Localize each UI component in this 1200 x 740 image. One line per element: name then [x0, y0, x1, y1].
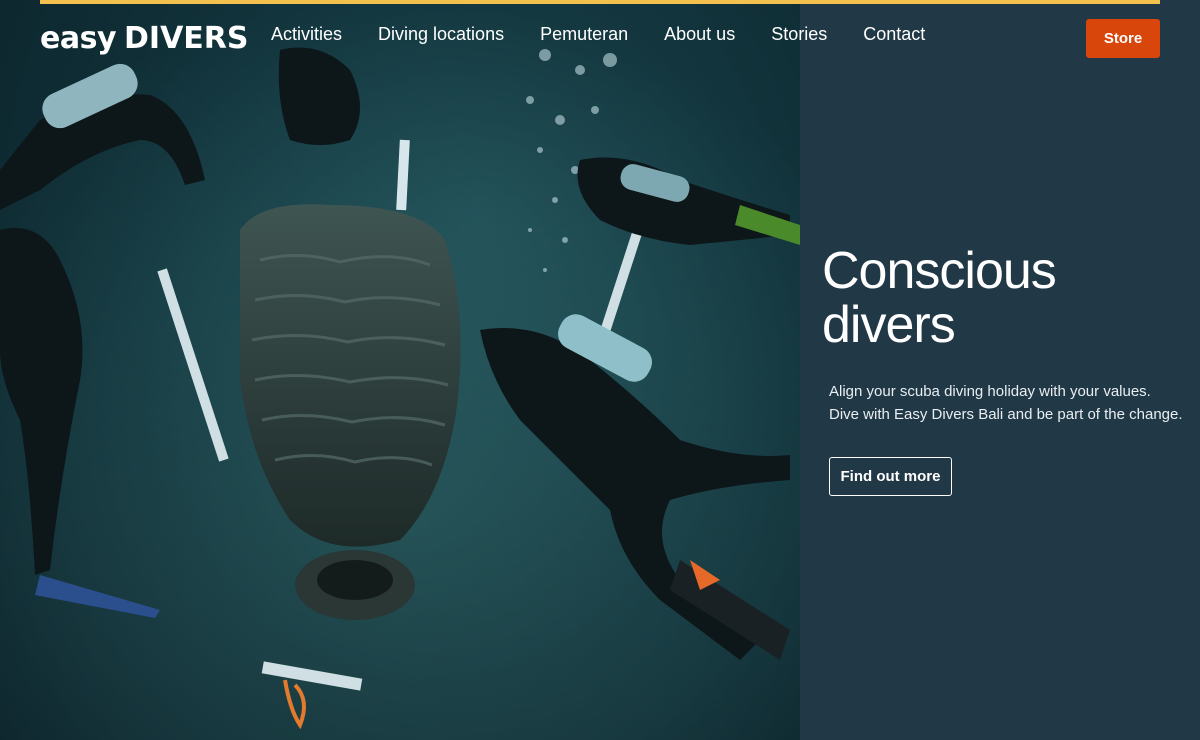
- nav-item-pemuteran[interactable]: Pemuteran: [540, 24, 628, 45]
- nav-item-about-us[interactable]: About us: [664, 24, 735, 45]
- hero-title-line-2: divers: [822, 296, 956, 354]
- nav-item-stories[interactable]: Stories: [771, 24, 827, 45]
- hero-image: [0, 0, 800, 740]
- nav-item-contact[interactable]: Contact: [863, 24, 925, 45]
- nav-item-diving-locations[interactable]: Diving locations: [378, 24, 504, 45]
- hero-title: Conscious divers: [822, 244, 1182, 352]
- site-header: easy DIVERS Activities Diving locations …: [0, 0, 1200, 70]
- hero-text-panel: [800, 0, 1200, 740]
- main-nav: Activities Diving locations Pemuteran Ab…: [271, 24, 961, 45]
- hero-description-line-2: Dive with Easy Divers Bali and be part o…: [829, 406, 1183, 423]
- hero-title-line-1: Conscious: [822, 242, 1057, 300]
- logo-text-easy: easy: [40, 21, 117, 56]
- top-accent-bar: [40, 0, 1160, 4]
- store-button[interactable]: Store: [1086, 19, 1160, 58]
- hero-description-line-1: Align your scuba diving holiday with you…: [829, 383, 1151, 400]
- find-out-more-button[interactable]: Find out more: [829, 457, 952, 496]
- nav-item-activities[interactable]: Activities: [271, 24, 342, 45]
- underwater-photo-illustration: [0, 0, 800, 740]
- logo-text-divers: DIVERS: [124, 21, 249, 56]
- hero-description: Align your scuba diving holiday with you…: [829, 380, 1189, 426]
- logo[interactable]: easy DIVERS: [40, 18, 249, 56]
